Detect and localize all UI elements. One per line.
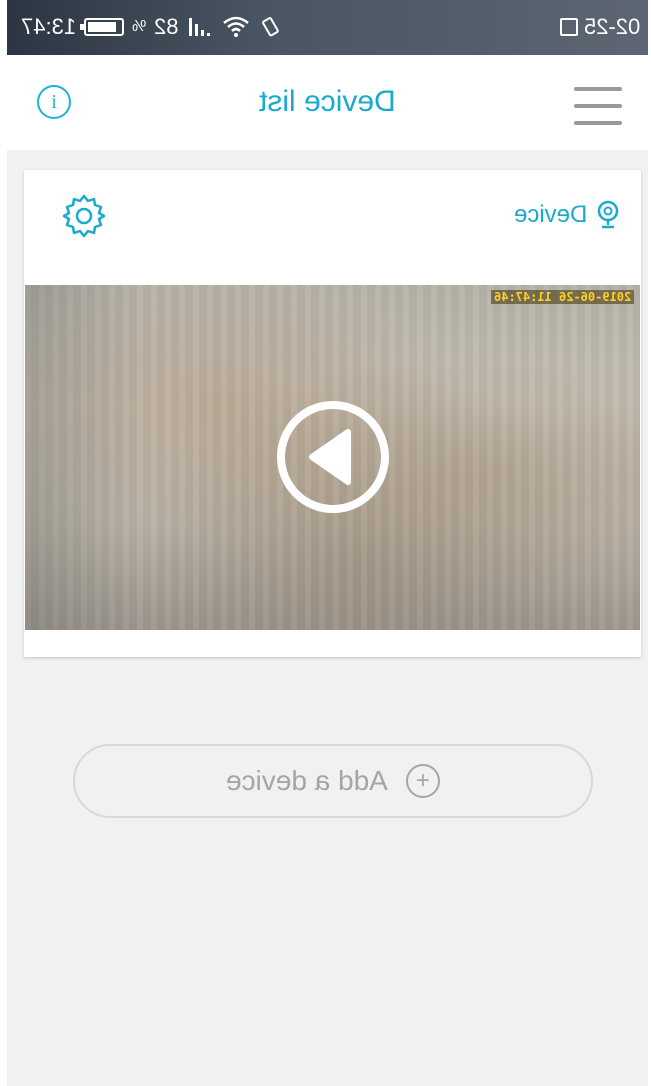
device-card[interactable]: Device 2019-06-26 11:47:46 bbox=[24, 170, 641, 657]
add-device-button[interactable]: Add a device + bbox=[73, 744, 593, 818]
battery-icon bbox=[80, 18, 125, 36]
battery-unit: % bbox=[132, 18, 147, 35]
app-screen: 13:47 % 82 02-25 i Device list Device 20… bbox=[7, 0, 648, 1086]
play-icon[interactable] bbox=[276, 400, 390, 514]
plus-circle-icon: + bbox=[405, 764, 440, 798]
status-date: 02-25 bbox=[583, 14, 640, 39]
signal-icon bbox=[188, 18, 210, 36]
menu-button[interactable] bbox=[574, 87, 622, 125]
device-name-row: Device bbox=[514, 200, 619, 230]
battery-percent: 82 bbox=[154, 14, 179, 39]
gear-icon[interactable] bbox=[60, 192, 108, 240]
status-bar: 13:47 % 82 02-25 bbox=[7, 0, 648, 55]
page-title-text: Device list bbox=[259, 85, 396, 118]
device-name: Device bbox=[513, 201, 587, 228]
camera-pin-icon bbox=[597, 200, 619, 229]
status-bar-right: 02-25 bbox=[559, 13, 640, 41]
add-device-label: Add a device bbox=[226, 765, 388, 796]
hamburger-menu-icon bbox=[574, 87, 622, 91]
status-bar-left: 13:47 % 82 bbox=[21, 13, 281, 41]
camera-timestamp: 2019-06-26 11:47:46 bbox=[490, 290, 634, 304]
camera-preview[interactable]: 2019-06-26 11:47:46 bbox=[25, 285, 640, 630]
status-time: 13:47 bbox=[21, 14, 77, 39]
image-notification-icon bbox=[559, 18, 578, 36]
page-title: Device list bbox=[7, 85, 648, 119]
vibrate-icon bbox=[261, 17, 279, 37]
wifi-icon bbox=[222, 16, 249, 37]
app-header: i Device list bbox=[7, 55, 648, 150]
